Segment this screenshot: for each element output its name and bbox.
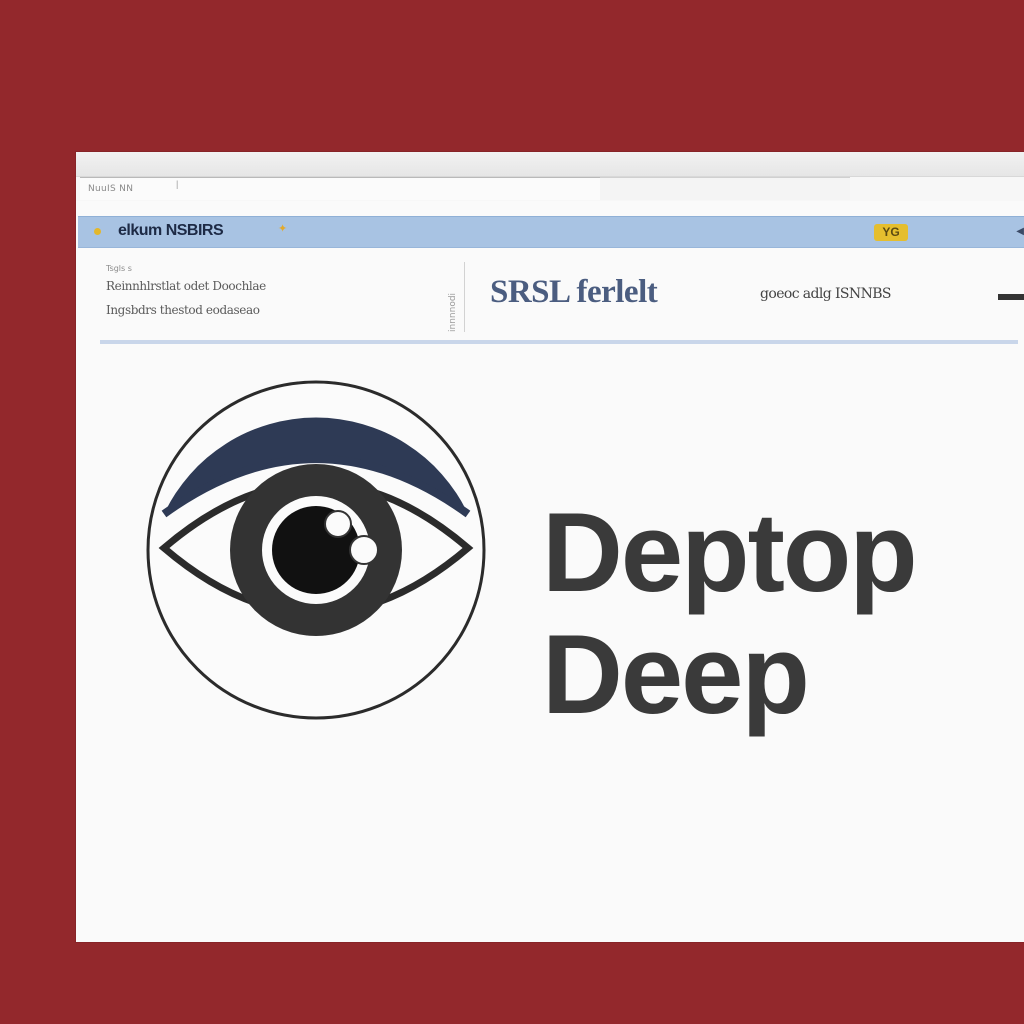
tab-active[interactable]: NuuIS NN | [80, 177, 601, 200]
title-bar [76, 152, 1024, 177]
info-right-text: goeoc adlg ISNNBS [760, 286, 892, 302]
star-icon: ✦ [278, 223, 288, 235]
info-underline [100, 340, 1018, 344]
tab-bar: NuuIS NN | [76, 177, 1024, 201]
tab-label: NuuIS NN [88, 184, 134, 194]
brand-line-2: Deep [542, 612, 810, 737]
browser-window: NuuIS NN | elkum NSBIRS ✦ YG ◀ Tsgls s R… [76, 152, 1024, 942]
bullet-icon [94, 228, 101, 235]
tab-inactive[interactable] [600, 177, 850, 200]
brand-wordmark: Deptop Deep [542, 492, 1012, 736]
info-dash [998, 294, 1024, 300]
menu-arrow-icon[interactable]: ◀ [1016, 226, 1024, 237]
eye-icon [144, 378, 488, 722]
nav-badge[interactable]: YG [874, 224, 908, 241]
info-heading: SRSL ferlelt [490, 274, 658, 310]
info-vertical-label: innnnodi [448, 292, 458, 332]
seal-icon: | [176, 179, 179, 189]
nav-bar: elkum NSBIRS ✦ YG ◀ [78, 216, 1024, 248]
brand-line-1: Deptop [542, 490, 918, 615]
info-divider [464, 262, 465, 332]
nav-title[interactable]: elkum NSBIRS [118, 222, 224, 240]
info-small-label: Tsgls s [106, 264, 132, 273]
info-line-1: Reinnhlrstlat odet Doochlae [106, 279, 266, 293]
info-line-2: Ingsbdrs thestod eodaseao [106, 303, 260, 317]
info-bar: Tsgls s Reinnhlrstlat odet Doochlae Ings… [100, 252, 1024, 342]
